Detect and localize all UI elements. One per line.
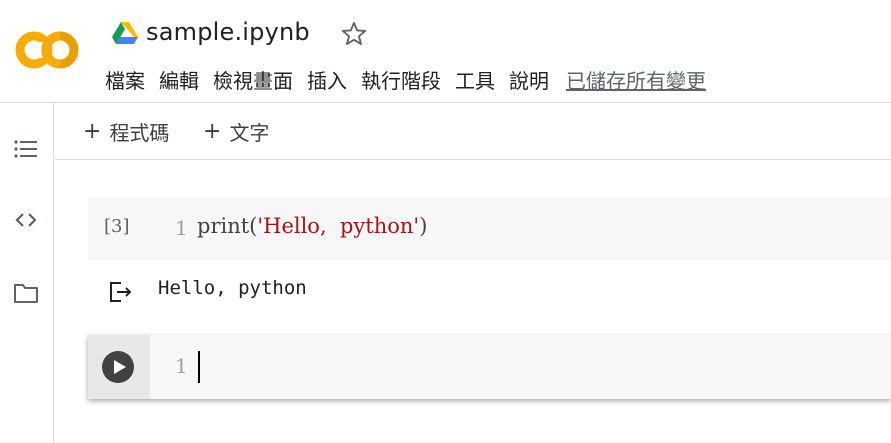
header: sample.ipynb 檔案 編輯 檢視畫面 插入 執行階段 工具 說明 已儲… xyxy=(0,0,891,103)
code-cell[interactable]: [3] 1 print('Hello, python') xyxy=(88,197,891,260)
menu-file[interactable]: 檔案 xyxy=(98,66,152,96)
text-cursor xyxy=(198,351,200,383)
add-code-label: 程式碼 xyxy=(109,121,170,145)
output-exit-icon[interactable] xyxy=(108,280,134,304)
play-icon xyxy=(114,360,126,374)
menu-tools[interactable]: 工具 xyxy=(448,66,502,96)
notebook-title[interactable]: sample.ipynb xyxy=(146,18,310,46)
code-suffix: ) xyxy=(419,214,428,238)
menu-runtime[interactable]: 執行階段 xyxy=(354,66,448,96)
star-icon[interactable] xyxy=(340,20,368,48)
menu-bar: 檔案 編輯 檢視畫面 插入 執行階段 工具 說明 已儲存所有變更 xyxy=(98,66,706,96)
active-code-cell[interactable]: 1 xyxy=(88,335,891,399)
code-string-literal: 'Hello, python' xyxy=(257,214,420,238)
execution-count: [3] xyxy=(104,216,130,237)
output-text: Hello, python xyxy=(158,277,307,299)
menu-view[interactable]: 檢視畫面 xyxy=(206,66,300,96)
run-cell-button[interactable] xyxy=(102,351,134,383)
line-number: 1 xyxy=(175,216,188,240)
plus-icon: + xyxy=(83,119,102,144)
menu-help[interactable]: 說明 xyxy=(502,66,556,96)
plus-icon: + xyxy=(203,119,222,144)
save-status-link[interactable]: 已儲存所有變更 xyxy=(566,66,706,96)
code-editor[interactable]: print('Hello, python') xyxy=(197,214,427,238)
folder-icon[interactable] xyxy=(13,280,39,306)
code-prefix: print( xyxy=(197,214,258,238)
add-text-label: 文字 xyxy=(229,121,270,145)
line-number: 1 xyxy=(175,354,188,378)
table-of-contents-icon[interactable] xyxy=(13,136,39,162)
google-drive-icon[interactable] xyxy=(112,22,138,45)
menu-edit[interactable]: 編輯 xyxy=(152,66,206,96)
left-sidebar xyxy=(0,103,54,443)
add-text-cell-button[interactable]: + 文字 xyxy=(203,117,269,146)
add-code-cell-button[interactable]: + 程式碼 xyxy=(83,117,169,146)
run-gutter xyxy=(88,335,150,399)
code-snippets-icon[interactable] xyxy=(13,207,39,233)
menu-insert[interactable]: 插入 xyxy=(300,66,354,96)
colab-logo-icon[interactable] xyxy=(14,28,82,72)
cell-toolbar: + 程式碼 + 文字 xyxy=(55,103,891,160)
cell-output: Hello, python xyxy=(88,270,891,315)
